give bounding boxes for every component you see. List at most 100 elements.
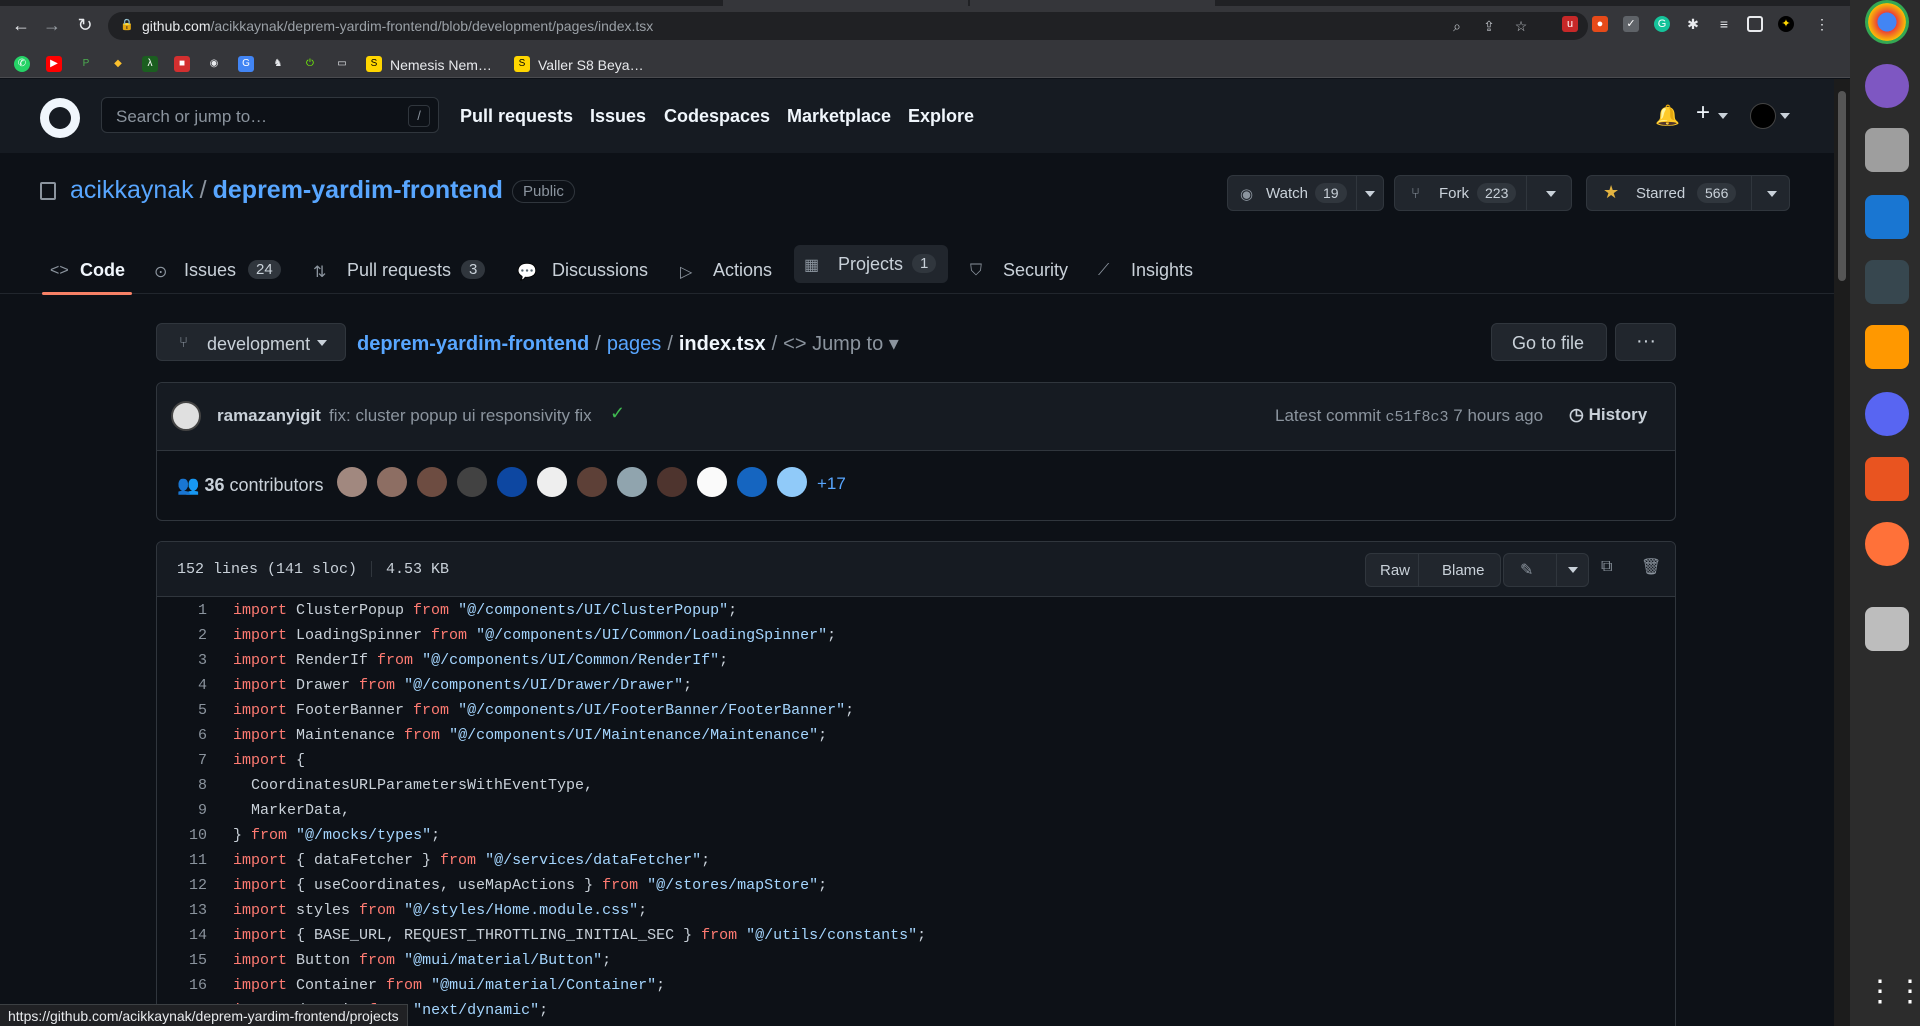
create-new-plus-icon[interactable]: + bbox=[1696, 99, 1710, 127]
nav-marketplace[interactable]: Marketplace bbox=[787, 106, 891, 127]
tab-pull-requests[interactable]: ⇅ Pull requests 3 bbox=[313, 248, 493, 294]
line-number[interactable]: 1 bbox=[157, 602, 207, 619]
vscode-dock-icon[interactable] bbox=[1865, 195, 1909, 239]
profile-avatar[interactable]: ✦ bbox=[1778, 16, 1794, 32]
commit-author-link[interactable]: ramazanyigit bbox=[217, 406, 321, 426]
line-number[interactable]: 9 bbox=[157, 802, 207, 819]
browser-menu-icon[interactable]: ⋮ bbox=[1814, 16, 1830, 32]
back-icon[interactable]: ← bbox=[10, 14, 32, 36]
power-bookmark-icon[interactable]: ⏻ bbox=[302, 56, 318, 72]
history-link[interactable]: ◷ History bbox=[1569, 405, 1647, 425]
trash-dock-icon[interactable] bbox=[1865, 607, 1909, 651]
contributor-avatar[interactable] bbox=[777, 467, 807, 497]
nav-explore[interactable]: Explore bbox=[908, 106, 974, 127]
bookmark-icon[interactable]: P bbox=[78, 56, 94, 72]
tab-security[interactable]: ⛉ Security bbox=[970, 248, 1070, 294]
bookmark-valler[interactable]: Valler S8 Beya… bbox=[538, 57, 644, 73]
fork-dropdown-button[interactable] bbox=[1530, 175, 1572, 211]
blame-button[interactable]: Blame bbox=[1442, 562, 1485, 579]
eagle-dock-icon[interactable] bbox=[1865, 64, 1909, 108]
line-number[interactable]: 2 bbox=[157, 627, 207, 644]
contributors-link[interactable]: 👥 36 contributors bbox=[177, 475, 324, 496]
more-options-button[interactable]: ··· bbox=[1615, 323, 1676, 361]
contributor-avatar[interactable] bbox=[617, 467, 647, 497]
line-number[interactable]: 10 bbox=[157, 827, 207, 844]
reading-list-icon[interactable]: ≡ bbox=[1716, 16, 1732, 32]
user-avatar[interactable] bbox=[1750, 103, 1776, 129]
chevron-down-icon[interactable] bbox=[1767, 191, 1777, 197]
extensions-puzzle-icon[interactable]: ✱ bbox=[1685, 16, 1701, 32]
zoom-icon[interactable]: ⌕ bbox=[1448, 17, 1466, 35]
bookmark-icon[interactable]: ♞ bbox=[270, 56, 286, 72]
contributor-avatar[interactable] bbox=[737, 467, 767, 497]
breadcrumb-dir-link[interactable]: pages bbox=[607, 333, 662, 355]
share-icon[interactable]: ⇪ bbox=[1480, 17, 1498, 35]
copy-icon[interactable]: ⧉ bbox=[1601, 558, 1612, 576]
contributor-avatar[interactable] bbox=[537, 467, 567, 497]
contributor-avatar[interactable] bbox=[457, 467, 487, 497]
translate-bookmark-icon[interactable]: G bbox=[238, 56, 254, 72]
repo-name-link[interactable]: deprem-yardim-frontend bbox=[213, 176, 503, 204]
watch-button[interactable]: ◉ Watch 19 bbox=[1227, 175, 1384, 211]
trash-icon[interactable]: 🗑 bbox=[1641, 557, 1661, 577]
notifications-bell-icon[interactable]: 🔔 bbox=[1655, 103, 1680, 128]
bookmark-nemesis[interactable]: Nemesis Nem… bbox=[390, 57, 492, 73]
line-number[interactable]: 14 bbox=[157, 927, 207, 944]
apps-grid-icon[interactable]: ⋮⋮⋮ bbox=[1865, 970, 1920, 1014]
contributor-avatar[interactable] bbox=[497, 467, 527, 497]
bookmark-icon[interactable]: ▭ bbox=[334, 56, 350, 72]
branch-selector-button[interactable]: ⑂ development bbox=[156, 323, 346, 361]
breadcrumb-repo-link[interactable]: deprem-yardim-frontend bbox=[357, 333, 589, 355]
terminal-dock-icon[interactable] bbox=[1865, 260, 1909, 304]
contributor-avatar[interactable] bbox=[657, 467, 687, 497]
tab-actions[interactable]: ▷ Actions bbox=[680, 248, 780, 294]
whatsapp-bookmark-icon[interactable]: ✆ bbox=[14, 56, 30, 72]
extension-icon[interactable]: ● bbox=[1592, 16, 1608, 32]
tab-discussions[interactable]: 💬 Discussions bbox=[517, 248, 648, 294]
jump-to-dropdown[interactable]: <> Jump to ▾ bbox=[783, 333, 899, 355]
bookmark-icon[interactable]: S bbox=[366, 56, 382, 72]
github-bookmark-icon[interactable]: ◉ bbox=[206, 56, 222, 72]
tab-code[interactable]: <> Code bbox=[42, 248, 132, 295]
search-input[interactable]: Search or jump to… / bbox=[101, 97, 439, 133]
line-number[interactable]: 15 bbox=[157, 952, 207, 969]
bookmark-icon[interactable]: λ bbox=[142, 56, 158, 72]
github-logo-icon[interactable] bbox=[40, 98, 80, 138]
line-number[interactable]: 13 bbox=[157, 902, 207, 919]
contributor-avatar[interactable] bbox=[577, 467, 607, 497]
nav-pull-requests[interactable]: Pull requests bbox=[460, 106, 573, 127]
bookmark-star-icon[interactable]: ☆ bbox=[1512, 17, 1530, 35]
line-number[interactable]: 3 bbox=[157, 652, 207, 669]
tab-issues[interactable]: ⊙ Issues 24 bbox=[154, 248, 284, 294]
contributor-avatar[interactable] bbox=[697, 467, 727, 497]
bookmark-icon[interactable]: ■ bbox=[174, 56, 190, 72]
commit-message-link[interactable]: fix: cluster popup ui responsivity fix bbox=[329, 406, 592, 426]
line-number[interactable]: 4 bbox=[157, 677, 207, 694]
commit-sha-link[interactable]: c51f8c3 bbox=[1386, 409, 1449, 426]
line-number[interactable]: 6 bbox=[157, 727, 207, 744]
page-scrollbar[interactable] bbox=[1834, 79, 1850, 1026]
reload-icon[interactable]: ↻ bbox=[74, 14, 96, 36]
line-number[interactable]: 16 bbox=[157, 977, 207, 994]
youtube-bookmark-icon[interactable]: ▶ bbox=[46, 56, 62, 72]
nav-codespaces[interactable]: Codespaces bbox=[664, 106, 770, 127]
nav-issues[interactable]: Issues bbox=[590, 106, 646, 127]
tab-insights[interactable]: ⟋ Insights bbox=[1098, 248, 1198, 294]
commit-author-avatar[interactable] bbox=[171, 401, 201, 431]
bookmark-icon[interactable]: S bbox=[514, 56, 530, 72]
contributor-avatar[interactable] bbox=[337, 467, 367, 497]
line-number[interactable]: 7 bbox=[157, 752, 207, 769]
line-number[interactable]: 8 bbox=[157, 777, 207, 794]
chevron-down-icon[interactable] bbox=[1568, 567, 1578, 573]
pencil-icon[interactable]: ✎ bbox=[1520, 560, 1533, 580]
software-center-dock-icon[interactable] bbox=[1865, 457, 1909, 501]
go-to-file-button[interactable]: Go to file bbox=[1491, 323, 1607, 361]
sublime-dock-icon[interactable] bbox=[1865, 325, 1909, 369]
forward-icon[interactable]: → bbox=[41, 14, 63, 36]
more-contributors-link[interactable]: +17 bbox=[817, 474, 846, 494]
discord-dock-icon[interactable] bbox=[1865, 392, 1909, 436]
address-bar[interactable]: 🔒 github.com/acikkaynak/deprem-yardim-fr… bbox=[108, 12, 1588, 40]
grammarly-extension-icon[interactable]: G bbox=[1654, 16, 1670, 32]
line-number[interactable]: 5 bbox=[157, 702, 207, 719]
extension-icon[interactable]: ✓ bbox=[1623, 16, 1639, 32]
